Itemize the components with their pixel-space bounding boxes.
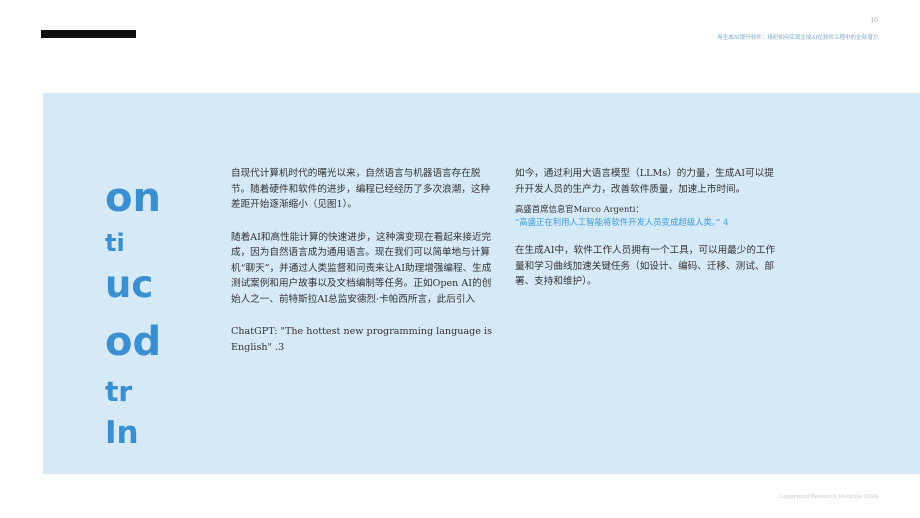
section-title-fragment: od [105, 319, 162, 365]
footer-credit: Capgemini Research Institute 2024 [778, 494, 878, 500]
left-text-column: 自现代计算机时代的曙光以来，自然语言与机器语言存在脱节。随着硬件和软件的进步，编… [231, 166, 495, 355]
body-paragraph: 在生成AI中，软件工作人员拥有一个工具，可以用最少的工作量和学习曲线加速关键任务… [515, 245, 776, 287]
body-paragraph: ChatGPT: "The hottest new programming la… [231, 326, 493, 353]
section-title-fragment: tr [105, 375, 133, 408]
section-title-fragment: In [105, 415, 139, 451]
body-paragraph: 如今，通过利用大语言模型（LLMs）的力量，生成AI可以提升开发人员的生产力，改… [515, 168, 774, 195]
page-number: 10 [870, 17, 878, 24]
right-text-column: 如今，通过利用大语言模型（LLMs）的力量，生成AI可以提升开发人员的生产力，改… [515, 166, 777, 290]
body-paragraph: 自现代计算机时代的曙光以来，自然语言与机器语言存在脱节。随着硬件和软件的进步，编… [231, 168, 491, 210]
section-title-fragment: on [105, 175, 161, 221]
pull-quote: “高盛正在利用人工智能将软件开发人员变成超级人类。” 4 [515, 217, 729, 227]
header-accent-bar [41, 30, 136, 38]
running-header-title: 用生成AI提升软件：组织如何实现生成AI在软件工程中的全部潜力 [717, 35, 878, 41]
body-paragraph: 随着AI和高性能计算的快速进步，这种演变现在看起来接近完成，因为自然语言成为通用… [231, 231, 492, 305]
section-title-fragment: ti [105, 229, 125, 257]
section-title-fragment: uc [105, 263, 154, 306]
quote-attribution: 高盛首席信息官Marco Argenti： [515, 204, 644, 214]
